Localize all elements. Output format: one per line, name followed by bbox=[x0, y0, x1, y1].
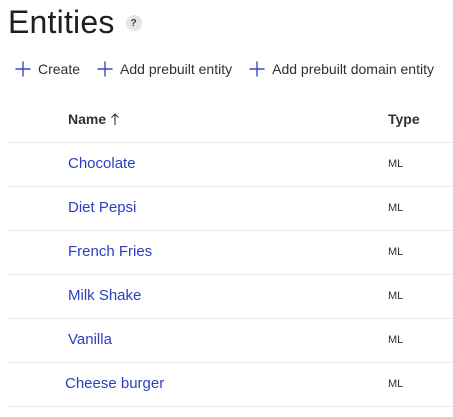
table-row[interactable]: Cheese burger ML bbox=[8, 363, 453, 407]
entity-name-link[interactable]: Vanilla bbox=[68, 331, 112, 348]
sort-ascending-icon bbox=[111, 113, 120, 125]
page-title: Entities bbox=[8, 4, 115, 40]
column-header-name[interactable]: Name bbox=[68, 111, 120, 127]
entity-type: ML bbox=[388, 202, 404, 214]
table-header: Name Type bbox=[8, 98, 453, 143]
add-prebuilt-entity-button[interactable]: Add prebuilt entity bbox=[96, 57, 232, 81]
table-row[interactable]: French Fries ML bbox=[8, 231, 453, 275]
entity-type: ML bbox=[388, 378, 404, 390]
entity-name-link[interactable]: Diet Pepsi bbox=[68, 199, 136, 216]
entity-type: ML bbox=[388, 158, 404, 170]
table-row[interactable]: Vanilla ML bbox=[8, 319, 453, 363]
add-prebuilt-entity-label: Add prebuilt entity bbox=[120, 61, 233, 77]
entity-name-link[interactable]: Cheese burger bbox=[65, 375, 164, 392]
add-prebuilt-domain-entity-button[interactable]: Add prebuilt domain entity bbox=[248, 57, 434, 81]
help-icon[interactable]: ? bbox=[125, 15, 142, 31]
entity-name-link[interactable]: Chocolate bbox=[68, 155, 136, 172]
entity-name-link[interactable]: French Fries bbox=[68, 243, 152, 260]
plus-icon bbox=[15, 61, 31, 77]
entity-type: ML bbox=[388, 246, 404, 258]
entities-table: Name Type Chocolate ML Diet Pepsi ML Fre… bbox=[8, 98, 453, 407]
add-prebuilt-domain-entity-label: Add prebuilt domain entity bbox=[272, 61, 434, 77]
table-row[interactable]: Chocolate ML bbox=[8, 143, 453, 187]
table-row[interactable]: Milk Shake ML bbox=[8, 275, 453, 319]
column-header-type[interactable]: Type bbox=[388, 111, 420, 127]
column-header-name-label: Name bbox=[68, 111, 107, 127]
plus-icon bbox=[249, 61, 265, 77]
table-row[interactable]: Diet Pepsi ML bbox=[8, 187, 453, 231]
command-bar: Create Add prebuilt entity Add prebuilt … bbox=[14, 57, 434, 81]
entity-type: ML bbox=[388, 334, 404, 346]
create-button-label: Create bbox=[38, 61, 81, 77]
plus-icon bbox=[97, 61, 113, 77]
create-button[interactable]: Create bbox=[14, 57, 80, 81]
entity-type: ML bbox=[388, 290, 404, 302]
entity-name-link[interactable]: Milk Shake bbox=[68, 287, 141, 304]
page-header: Entities ? bbox=[8, 2, 142, 42]
